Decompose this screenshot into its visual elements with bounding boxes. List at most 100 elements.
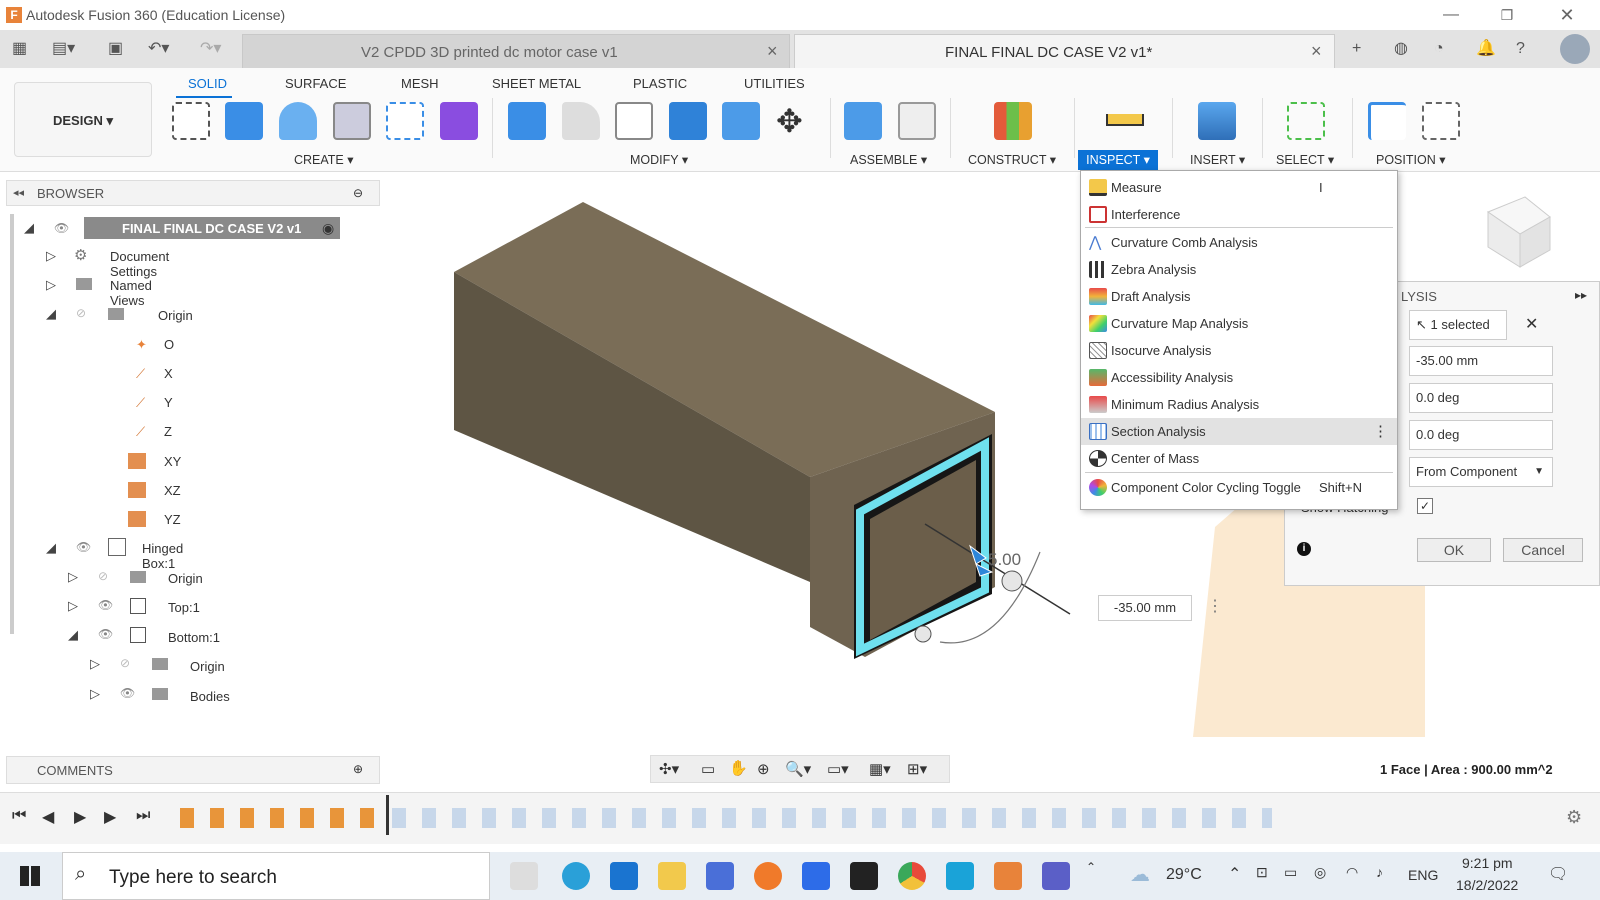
- zoom-icon[interactable]: ⊕: [757, 760, 770, 778]
- tree-item-named-views[interactable]: Named Views: [110, 278, 152, 308]
- amazon-icon[interactable]: [850, 862, 878, 890]
- tree-item-bottom[interactable]: Bottom:1: [168, 630, 220, 645]
- tray-app-icon[interactable]: ⊡: [1256, 864, 1268, 881]
- extrude-icon[interactable]: [225, 102, 263, 140]
- new-component-icon[interactable]: [844, 102, 882, 140]
- visibility-eye-icon[interactable]: 👁: [54, 221, 69, 235]
- create-form-icon[interactable]: [440, 102, 478, 140]
- angle-field-2[interactable]: 0.0 deg: [1409, 420, 1553, 450]
- construct-menu[interactable]: CONSTRUCT ▾: [968, 152, 1056, 167]
- create-menu[interactable]: CREATE ▾: [294, 152, 354, 167]
- create-sketch-icon[interactable]: [172, 102, 210, 140]
- info-icon[interactable]: i: [1297, 542, 1311, 556]
- collapse-icon[interactable]: ◢: [46, 306, 56, 322]
- edge-icon[interactable]: [562, 862, 590, 890]
- tree-item-origin-2[interactable]: Origin: [168, 571, 203, 586]
- activate-radio-icon[interactable]: ◉: [322, 220, 334, 237]
- tray-expand-icon[interactable]: ⌃: [1228, 864, 1241, 884]
- step-forward-icon[interactable]: ▶: [104, 807, 116, 827]
- timeline-marker[interactable]: [386, 795, 389, 835]
- file-menu-icon[interactable]: ▤▾: [52, 38, 75, 60]
- add-comment-icon[interactable]: ⊕: [353, 762, 363, 776]
- cancel-button[interactable]: Cancel: [1503, 538, 1583, 562]
- tree-item-hinged-box[interactable]: Hinged Box:1: [142, 541, 183, 571]
- inspect-menu-button[interactable]: INSPECT ▾: [1078, 150, 1158, 170]
- look-at-icon[interactable]: ▭: [701, 760, 715, 778]
- display-settings-icon[interactable]: ▭▾: [827, 760, 849, 778]
- menu-item-curvature-comb[interactable]: ⋀ Curvature Comb Analysis: [1081, 229, 1397, 256]
- expand-icon[interactable]: ▷: [68, 598, 78, 614]
- shell-icon[interactable]: [615, 102, 653, 140]
- revolve-icon[interactable]: [279, 102, 317, 140]
- restore-button[interactable]: ❐: [1492, 4, 1522, 26]
- menu-item-min-radius[interactable]: Minimum Radius Analysis: [1081, 391, 1397, 418]
- tree-item-top[interactable]: Top:1: [168, 600, 200, 615]
- revert-position-icon[interactable]: [1422, 102, 1460, 140]
- tab-plastic[interactable]: PLASTIC: [633, 76, 687, 91]
- extensions-icon[interactable]: ◍: [1394, 38, 1408, 60]
- options-kebab-icon[interactable]: ⋮: [1373, 418, 1388, 445]
- undo-icon[interactable]: ↶▾: [148, 38, 169, 60]
- menu-item-color-cycling[interactable]: Component Color Cycling Toggle Shift+N: [1081, 474, 1397, 501]
- distance-input[interactable]: -35.00 mm: [1098, 595, 1192, 621]
- timeline-settings-icon[interactable]: ⚙: [1566, 807, 1582, 828]
- cortana-icon[interactable]: [946, 862, 974, 890]
- collapse-panel-icon[interactable]: ◂◂: [13, 186, 24, 199]
- minimize-panel-icon[interactable]: ⊖: [353, 186, 363, 200]
- move-icon[interactable]: ✥: [776, 102, 803, 140]
- battery-icon[interactable]: ▭: [1284, 864, 1297, 881]
- tab-surface[interactable]: SURFACE: [285, 76, 346, 91]
- tab-final-case[interactable]: FINAL FINAL DC CASE V2 v1* ×: [794, 34, 1335, 68]
- capture-position-icon[interactable]: [1368, 102, 1406, 140]
- menu-item-measure[interactable]: Measure I: [1081, 174, 1397, 201]
- tree-root-row[interactable]: FINAL FINAL DC CASE V2 v1: [84, 217, 340, 239]
- rotate-handle[interactable]: [1001, 570, 1023, 592]
- expand-icon[interactable]: ▷: [90, 656, 100, 672]
- press-pull-icon[interactable]: [508, 102, 546, 140]
- menu-item-center-of-mass[interactable]: Center of Mass: [1081, 445, 1397, 472]
- select-icon[interactable]: [1287, 102, 1325, 140]
- help-icon[interactable]: ?: [1516, 38, 1525, 60]
- angle-field-1[interactable]: 0.0 deg: [1409, 383, 1553, 413]
- dropbox-icon[interactable]: [802, 862, 830, 890]
- chevron-up-icon[interactable]: ⌃: [1086, 860, 1096, 874]
- windows-start-icon[interactable]: [20, 866, 40, 886]
- offset-plane-icon[interactable]: [994, 102, 1032, 140]
- collapse-icon[interactable]: ◢: [46, 540, 56, 556]
- play-icon[interactable]: ▶: [74, 807, 86, 827]
- avatar[interactable]: [1560, 34, 1590, 64]
- face-selection[interactable]: ↖ 1 selected: [1409, 310, 1507, 340]
- hidden-eye-icon[interactable]: ⊘: [120, 656, 130, 670]
- modify-menu[interactable]: MODIFY ▾: [630, 152, 688, 167]
- wifi-icon[interactable]: ◠: [1346, 864, 1358, 881]
- hidden-eye-icon[interactable]: ⊘: [76, 306, 86, 320]
- ok-button[interactable]: OK: [1417, 538, 1491, 562]
- tree-item-xz[interactable]: XZ: [164, 483, 181, 498]
- select-menu[interactable]: SELECT ▾: [1276, 152, 1334, 167]
- tree-item-xy[interactable]: XY: [164, 454, 181, 469]
- notifications-center-icon[interactable]: 🗨: [1548, 864, 1568, 884]
- collapse-icon[interactable]: ◢: [24, 220, 34, 236]
- tab-solid[interactable]: SOLID: [188, 76, 227, 91]
- menu-item-zebra[interactable]: Zebra Analysis: [1081, 256, 1397, 283]
- rotate-handle[interactable]: [914, 625, 932, 643]
- go-to-start-icon[interactable]: ⏮: [12, 807, 26, 825]
- expand-icon[interactable]: ▷: [90, 686, 100, 702]
- data-panel-icon[interactable]: ▦: [12, 38, 27, 60]
- go-to-end-icon[interactable]: ⏭: [136, 807, 150, 825]
- visibility-eye-icon[interactable]: 👁: [76, 540, 91, 554]
- clock-time[interactable]: 9:21 pm: [1462, 855, 1513, 871]
- timeline-features-suppressed[interactable]: [392, 808, 1272, 828]
- visibility-eye-icon[interactable]: 👁: [98, 627, 113, 641]
- expand-icon[interactable]: ▷: [46, 248, 56, 264]
- firefox-icon[interactable]: [754, 862, 782, 890]
- hatching-checkbox[interactable]: ✓: [1417, 498, 1433, 514]
- teams-icon[interactable]: [1042, 862, 1070, 890]
- insert-menu[interactable]: INSERT ▾: [1190, 152, 1245, 167]
- tree-item-yz[interactable]: YZ: [164, 512, 181, 527]
- tab-sheet-metal[interactable]: SHEET METAL: [492, 76, 581, 91]
- expand-icon[interactable]: ▷: [46, 277, 56, 293]
- mail-icon[interactable]: [610, 862, 638, 890]
- orbit-icon[interactable]: ✣▾: [659, 760, 679, 778]
- fillet-icon[interactable]: [562, 102, 600, 140]
